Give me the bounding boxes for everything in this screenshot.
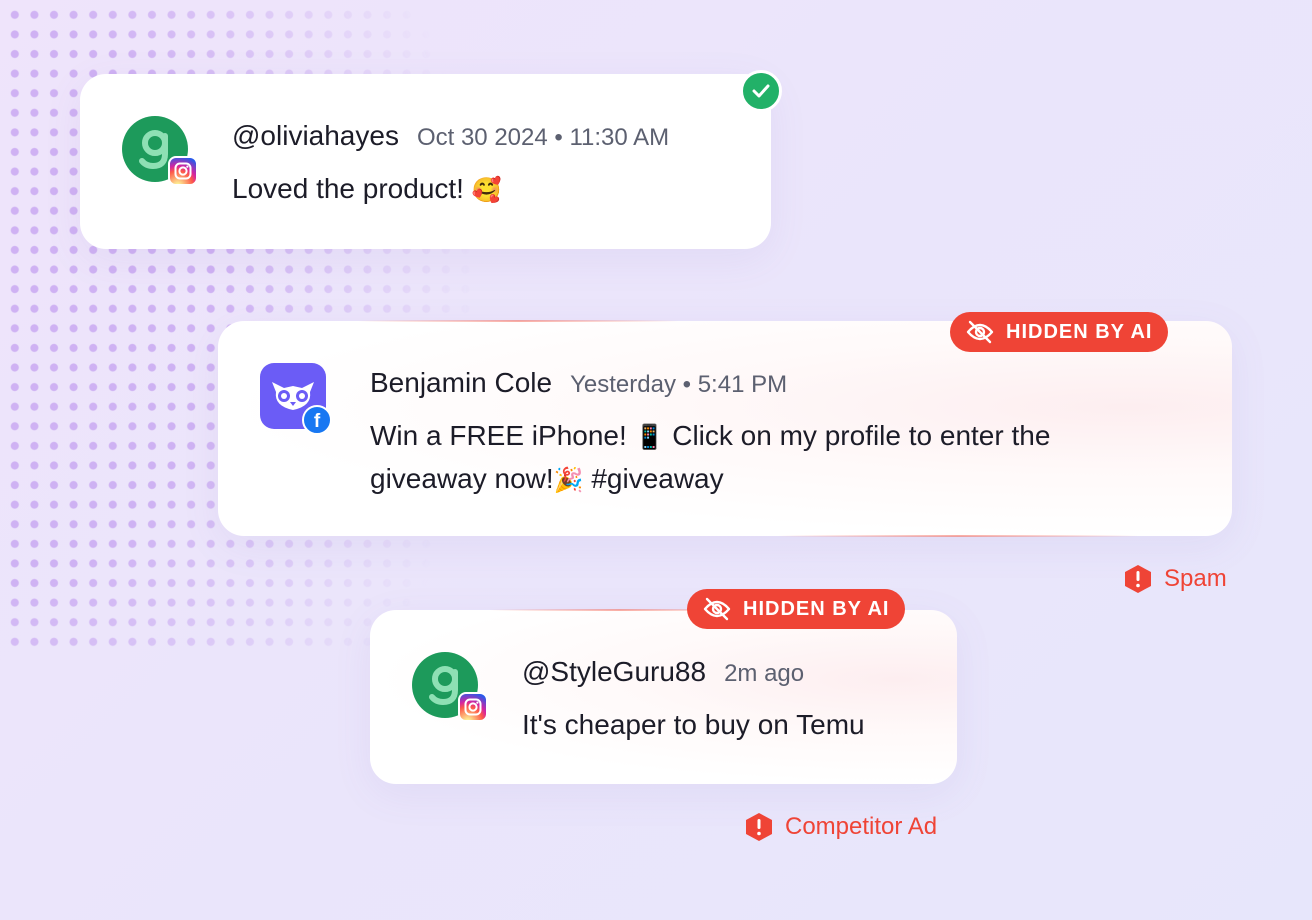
- comment-text: Win a FREE iPhone! 📱 Click on my profile…: [370, 415, 1170, 501]
- avatar: f: [260, 363, 332, 435]
- comment-header: Benjamin Cole Yesterday • 5:41 PM: [370, 367, 787, 399]
- comment-timestamp: Oct 30 2024 • 11:30 AM: [416, 124, 670, 151]
- alert-hexagon-icon: [746, 813, 772, 841]
- author-name[interactable]: @oliviahayes: [232, 120, 399, 152]
- author-name[interactable]: Benjamin Cole: [370, 367, 552, 399]
- comment-header: @StyleGuru88 2m ago: [522, 656, 804, 688]
- instagram-icon: [168, 156, 198, 186]
- hidden-status-label: HIDDEN BY AI: [743, 597, 890, 620]
- mobile-phone-emoji-icon: 📱: [634, 423, 665, 451]
- hidden-by-ai-badge: HIDDEN BY AI: [950, 312, 1169, 352]
- facebook-icon: f: [302, 405, 332, 435]
- comment-card-styleguru88[interactable]: @StyleGuru88 2m ago It's cheaper to buy …: [370, 609, 957, 784]
- comment-text: Loved the product! 🥰: [232, 168, 502, 211]
- comment-text-content: It's cheaper to buy on Temu: [522, 709, 865, 740]
- reason-text: Competitor Ad: [785, 813, 938, 840]
- comment-text-content: giveaway now!: [370, 463, 554, 494]
- comment-timestamp: Yesterday • 5:41 PM: [570, 371, 788, 398]
- comment-card-benjamin-cole[interactable]: f Benjamin Cole Yesterday • 5:41 PM Win …: [218, 320, 1232, 537]
- instagram-icon: [458, 692, 488, 722]
- eye-off-icon: [703, 597, 731, 621]
- comment-text-content: Loved the product!: [232, 173, 464, 204]
- hashtag[interactable]: #giveaway: [591, 463, 723, 494]
- party-popper-emoji-icon: 🎉: [553, 466, 584, 494]
- author-name[interactable]: @StyleGuru88: [522, 656, 706, 688]
- comment-text: It's cheaper to buy on Temu: [522, 704, 865, 745]
- comment-text-content: Win a FREE iPhone!: [370, 420, 627, 451]
- hidden-status-label: HIDDEN BY AI: [1006, 320, 1153, 343]
- alert-hexagon-icon: [1125, 565, 1151, 593]
- avatar: [412, 652, 488, 722]
- hidden-by-ai-badge: HIDDEN BY AI: [687, 589, 906, 629]
- comment-header: @oliviahayes Oct 30 2024 • 11:30 AM: [232, 120, 669, 152]
- eye-off-icon: [966, 320, 994, 344]
- smiling-hearts-emoji-icon: 🥰: [471, 176, 502, 204]
- card-glow: [778, 535, 1138, 537]
- check-icon: [740, 70, 782, 112]
- comment-card-oliviahayes[interactable]: @oliviahayes Oct 30 2024 • 11:30 AM Love…: [80, 74, 771, 249]
- card-glow: [358, 320, 678, 322]
- reason-label: Spam: [1124, 564, 1227, 594]
- reason-label: Competitor Ad: [745, 812, 937, 842]
- reason-text: Spam: [1164, 565, 1227, 592]
- avatar: [122, 116, 198, 186]
- comment-timestamp: 2m ago: [724, 660, 805, 687]
- comment-text-content: Click on my profile to enter the: [672, 420, 1051, 451]
